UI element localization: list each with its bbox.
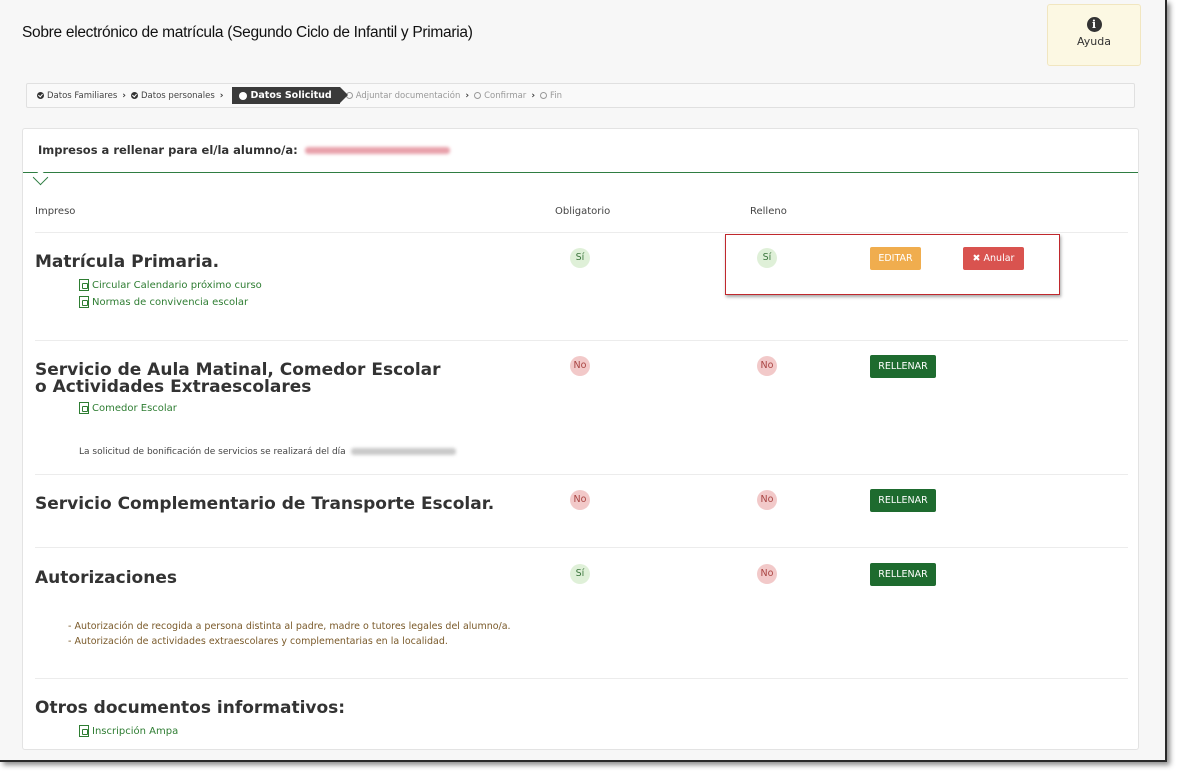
column-header-obligatorio: Obligatorio [555, 206, 611, 217]
row-title-matricula: Matrícula Primaria. [35, 252, 220, 272]
autorizacion-item: - Autorización de actividades extraescol… [68, 636, 448, 647]
app-frame: Sobre electrónico de matrícula (Segundo … [0, 0, 1167, 762]
bonificacion-note: La solicitud de bonificación de servicio… [79, 447, 456, 457]
date-range-redacted [350, 448, 456, 455]
chevron-right-icon: › [219, 90, 224, 101]
panel-heading-text: Impresos a rellenar para el/la alumno/a: [38, 143, 298, 157]
pdf-icon [79, 296, 89, 308]
fill-button-transporte[interactable]: RELLENAR [870, 489, 936, 512]
breadcrumb-step-confirmar: Confirmar [474, 91, 526, 101]
forms-panel: Impresos a rellenar para el/la alumno/a:… [22, 128, 1139, 750]
chevron-right-icon: › [531, 90, 536, 101]
row-title-transporte: Servicio Complementario de Transporte Es… [35, 494, 495, 514]
autorizacion-item: - Autorización de recogida a persona dis… [68, 621, 511, 632]
help-button[interactable]: i Ayuda [1047, 4, 1141, 66]
column-header-relleno: Relleno [750, 206, 787, 217]
badge-relleno-autorizaciones: No [757, 564, 777, 584]
link-label: Normas de convivencia escolar [92, 296, 249, 308]
breadcrumb: Datos Familiares › Datos personales › Da… [26, 83, 1135, 108]
badge-obligatorio-transporte: No [570, 490, 590, 510]
page-title: Sobre electrónico de matrícula (Segundo … [22, 24, 473, 41]
breadcrumb-label: Datos Solicitud [250, 90, 332, 101]
link-normas-convivencia[interactable]: Normas de convivencia escolar [79, 296, 248, 308]
highlight-box [725, 234, 1060, 295]
check-circle-icon [37, 92, 44, 99]
link-comedor-escolar[interactable]: Comedor Escolar [79, 402, 177, 414]
row-divider [35, 678, 1128, 679]
other-docs-title: Otros documentos informativos: [35, 698, 346, 718]
pdf-icon [79, 725, 89, 737]
column-header-impreso: Impreso [35, 206, 76, 217]
row-divider [35, 232, 1128, 233]
badge-obligatorio-matricula: Sí [570, 248, 590, 268]
link-label: Comedor Escolar [92, 402, 177, 414]
row-title-autorizaciones: Autorizaciones [35, 568, 177, 588]
breadcrumb-step-datos-personales[interactable]: Datos personales [131, 91, 215, 101]
breadcrumb-step-fin: Fin [540, 91, 562, 101]
breadcrumb-label: Datos Familiares [47, 90, 118, 101]
badge-obligatorio-autorizaciones: Sí [570, 564, 590, 584]
row-divider [35, 474, 1128, 475]
row-divider [35, 547, 1128, 548]
breadcrumb-step-datos-familiares[interactable]: Datos Familiares [37, 91, 117, 101]
info-icon: i [1086, 17, 1102, 32]
fill-button-aula-matinal[interactable]: RELLENAR [870, 355, 936, 378]
student-name-redacted [304, 147, 450, 154]
circle-icon [238, 91, 247, 100]
circle-outline-icon [474, 92, 482, 99]
breadcrumb-label: Datos personales [141, 90, 215, 101]
chevron-right-icon: › [122, 90, 126, 101]
check-circle-icon [131, 92, 138, 99]
breadcrumb-label: Adjuntar documentación [355, 90, 461, 101]
pdf-icon [79, 279, 89, 291]
breadcrumb-step-adjuntar-documentacion: Adjuntar documentación [345, 90, 461, 101]
breadcrumb-label: Fin [550, 90, 563, 101]
heading-notch [32, 169, 49, 186]
breadcrumb-step-datos-solicitud: Datos Solicitud [231, 87, 348, 104]
link-inscripcion-ampa[interactable]: Inscripción Ampa [79, 725, 178, 737]
pdf-icon [79, 402, 89, 414]
row-title-aula-matinal: Servicio de Aula Matinal, Comedor Escola… [35, 360, 441, 397]
circle-outline-icon [540, 92, 548, 99]
breadcrumb-label: Confirmar [484, 90, 527, 101]
link-label: Circular Calendario próximo curso [92, 279, 262, 291]
help-label: Ayuda [1077, 35, 1111, 48]
fill-button-autorizaciones[interactable]: RELLENAR [870, 563, 936, 586]
link-label: Inscripción Ampa [92, 725, 179, 737]
link-circular-calendario[interactable]: Circular Calendario próximo curso [79, 279, 262, 291]
chevron-right-icon: › [465, 90, 470, 101]
row-divider [35, 340, 1128, 341]
badge-obligatorio-aula-matinal: No [570, 356, 590, 376]
badge-relleno-transporte: No [757, 490, 777, 510]
panel-heading: Impresos a rellenar para el/la alumno/a: [23, 129, 1138, 186]
note-text: La solicitud de bonificación de servicio… [79, 447, 346, 457]
badge-relleno-aula-matinal: No [757, 356, 777, 376]
